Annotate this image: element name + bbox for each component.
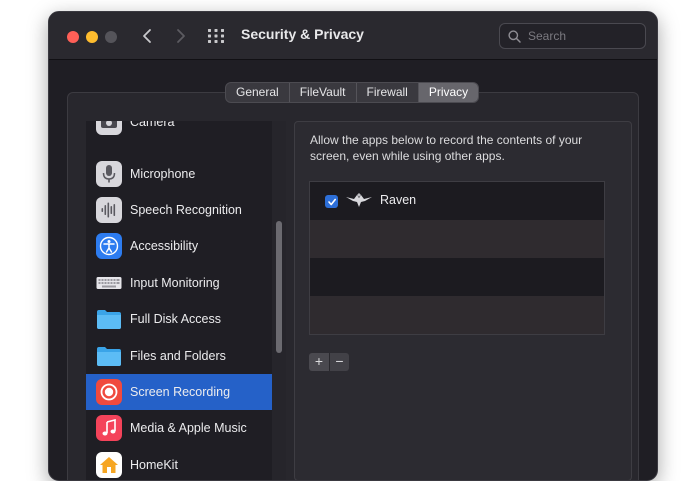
speech-waveform-icon <box>96 197 122 223</box>
title-bar: Security & Privacy <box>49 12 657 60</box>
screen-recording-panel: Allow the apps below to record the conte… <box>294 121 632 480</box>
minimize-window-button[interactable] <box>86 31 98 43</box>
add-app-button[interactable]: + <box>309 353 329 371</box>
sidebar-item-label: Full Disk Access <box>130 312 221 326</box>
sidebar-item-label: Speech Recognition <box>130 203 242 217</box>
window-title: Security & Privacy <box>241 26 364 42</box>
sidebar-item-speech-recognition[interactable]: Speech Recognition <box>86 192 272 228</box>
checkmark-icon <box>327 198 336 205</box>
list-item[interactable]: Raven <box>310 182 604 220</box>
music-note-icon <box>96 415 122 441</box>
search-icon <box>508 29 521 43</box>
search-field[interactable] <box>499 23 646 49</box>
microphone-icon <box>96 161 122 187</box>
sidebar-item-label: Media & Apple Music <box>130 421 247 435</box>
sidebar-item-full-disk-access[interactable]: Full Disk Access <box>86 301 272 337</box>
chevron-left-icon <box>143 29 151 43</box>
folder-icon <box>96 343 122 369</box>
sidebar-item-label: Screen Recording <box>130 385 231 399</box>
tab-privacy[interactable]: Privacy <box>418 83 479 102</box>
camera-icon <box>96 121 122 135</box>
sidebar-item-accessibility[interactable]: Accessibility <box>86 228 272 264</box>
home-icon <box>96 452 122 478</box>
tab-bar: General FileVault Firewall Privacy <box>225 82 480 103</box>
list-row-empty <box>310 296 604 334</box>
sidebar-item-label: HomeKit <box>130 458 178 472</box>
privacy-category-list: Camera Microphone Speech Recognition Acc… <box>86 121 272 480</box>
sidebar-item-media-apple-music[interactable]: Media & Apple Music <box>86 410 272 446</box>
scrollbar-thumb[interactable] <box>276 221 282 353</box>
sidebar-item-input-monitoring[interactable]: Input Monitoring <box>86 265 272 301</box>
tab-filevault[interactable]: FileVault <box>290 83 357 102</box>
app-name: Raven <box>380 193 417 207</box>
sidebar-item-homekit[interactable]: HomeKit <box>86 447 272 480</box>
sidebar-scrollbar[interactable] <box>272 121 286 480</box>
folder-icon <box>96 306 122 332</box>
close-window-button[interactable] <box>67 31 79 43</box>
sidebar-item-camera[interactable]: Camera <box>86 121 272 140</box>
zoom-window-button[interactable] <box>105 31 117 43</box>
list-row-empty <box>310 258 604 296</box>
raven-icon <box>346 193 372 207</box>
sidebar-item-label: Accessibility <box>130 239 199 253</box>
screen-recording-icon <box>96 379 122 405</box>
back-button[interactable] <box>137 25 157 47</box>
sidebar-item-screen-recording[interactable]: Screen Recording <box>86 374 272 410</box>
list-row-empty <box>310 220 604 258</box>
sidebar-item-microphone[interactable]: Microphone <box>86 156 272 192</box>
sidebar-item-label: Input Monitoring <box>130 276 220 290</box>
accessibility-icon <box>96 233 122 259</box>
tab-firewall[interactable]: Firewall <box>357 83 419 102</box>
sidebar-item-label: Camera <box>130 121 175 129</box>
forward-button[interactable] <box>171 25 191 47</box>
add-remove-control: + − <box>309 353 349 371</box>
app-list: Raven <box>309 181 605 335</box>
grid-icon <box>208 29 224 43</box>
sidebar-item-label: Files and Folders <box>130 349 226 363</box>
tab-general[interactable]: General <box>226 83 290 102</box>
chevron-right-icon <box>177 29 185 43</box>
search-input[interactable] <box>526 28 636 44</box>
keyboard-icon <box>96 270 122 296</box>
preferences-window: Security & Privacy General FileVault Fir… <box>48 11 658 481</box>
panel-description: Allow the apps below to record the conte… <box>310 133 583 163</box>
show-all-grid-button[interactable] <box>207 28 225 44</box>
sidebar-item-label: Microphone <box>130 167 196 181</box>
sidebar-item-files-and-folders[interactable]: Files and Folders <box>86 338 272 374</box>
remove-app-button[interactable]: − <box>329 353 349 371</box>
app-checkbox[interactable] <box>325 195 338 208</box>
